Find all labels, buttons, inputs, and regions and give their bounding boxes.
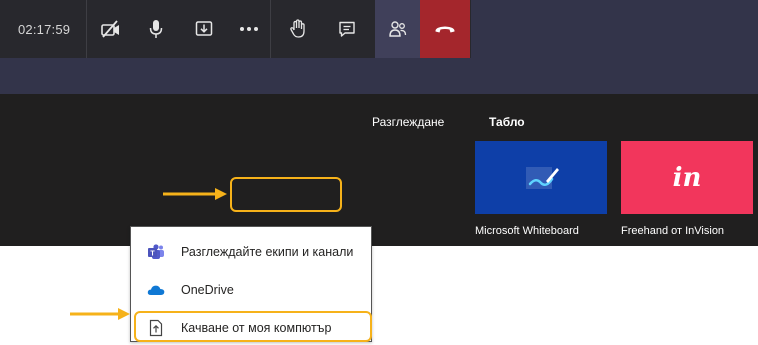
whiteboard-icon [526, 166, 559, 189]
invision-tile[interactable]: in [621, 141, 753, 214]
participants-icon [388, 21, 406, 37]
call-timer: 02:17:59 [18, 22, 71, 37]
raise-hand-button[interactable] [278, 0, 318, 58]
onedrive-icon [147, 281, 165, 299]
more-options-button[interactable] [229, 0, 269, 58]
svg-text:T: T [150, 251, 155, 258]
header-band [0, 58, 758, 94]
microphone-button[interactable] [136, 0, 176, 58]
whiteboard-tile[interactable] [475, 141, 607, 214]
chat-icon [339, 21, 355, 37]
invision-caption: Freehand от InVision [621, 225, 725, 237]
menu-item-browse-teams[interactable]: T Разглеждайте екипи и канали [131, 235, 371, 269]
browse-label[interactable]: Разглеждане [372, 115, 444, 129]
toolbar-divider [86, 0, 87, 58]
menu-item-onedrive[interactable]: OneDrive [131, 273, 371, 307]
annotation-arrow [70, 308, 130, 320]
hang-up-button[interactable] [420, 0, 470, 58]
camera-off-icon [101, 20, 119, 38]
teams-icon: T [147, 243, 165, 261]
chat-button[interactable] [327, 0, 367, 58]
more-icon [240, 27, 258, 31]
menu-item-label: OneDrive [181, 283, 234, 297]
raise-hand-icon [290, 19, 305, 38]
hang-up-icon [435, 26, 455, 33]
board-label: Табло [489, 115, 525, 129]
whiteboard-caption: Microsoft Whiteboard [475, 225, 579, 237]
participants-button[interactable] [375, 0, 420, 58]
highlight-box [134, 311, 372, 342]
share-tray-icon [195, 21, 213, 36]
share-tray-button[interactable] [184, 0, 224, 58]
call-toolbar: 02:17:59 [0, 0, 471, 58]
camera-off-button[interactable] [91, 0, 131, 58]
invision-icon: in [672, 162, 702, 193]
annotation-arrow [163, 188, 227, 200]
highlight-box [230, 177, 342, 212]
microphone-icon [149, 20, 163, 38]
toolbar-divider [270, 0, 271, 58]
toolbar-background [471, 0, 758, 58]
menu-item-label: Разглеждайте екипи и канали [181, 245, 354, 259]
